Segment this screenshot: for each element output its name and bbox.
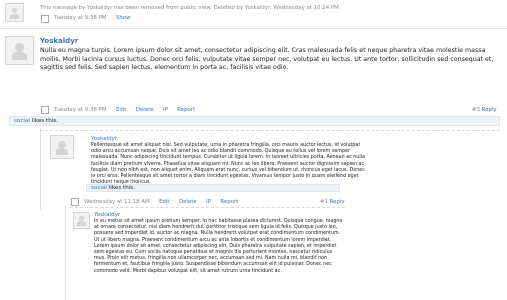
reply-thread [65,206,66,300]
reply-thread [40,128,41,210]
likes-text: likes this. [106,185,135,191]
avatar[interactable] [73,212,90,229]
likes-bar: social likes this. [86,184,340,192]
comment-body: Nulla eu magna turpis. Lorem ipsum dolor… [40,47,494,71]
likes-bar: social likes this. [9,116,500,126]
select-checkbox[interactable] [41,106,49,114]
timestamp: Wednesday at 11:18 AM [84,199,150,205]
delete-link[interactable]: Delete [179,199,197,205]
reply-link[interactable]: Reply [330,199,345,205]
avatar[interactable] [5,36,34,65]
removed-message-text: This message by Yoskaldyr has been remov… [40,5,341,11]
avatar[interactable] [5,3,24,22]
report-link[interactable]: Report [177,107,195,113]
comment-body: Pellentesque sit amet aliquet nisi. Sed … [91,143,365,186]
comment-body: In eu metus sit amet ipsum pretium sempe… [94,219,343,274]
timestamp: Tuesday at 9:36 PM [54,107,107,113]
like-user-link[interactable]: social [14,118,30,124]
comment-number[interactable]: #3 [472,107,480,113]
removed-message: This message by Yoskaldyr has been remov… [40,5,500,12]
report-link[interactable]: Report [220,199,238,205]
likes-text: likes this. [29,118,58,124]
avatar[interactable] [50,135,74,159]
comment-author[interactable]: Yoskaldyr [91,136,117,142]
select-checkbox[interactable] [41,15,49,23]
ip-link[interactable]: IP [206,199,211,205]
divider [40,130,500,131]
comment-author[interactable]: Yoskaldyr [40,37,78,45]
comment-number[interactable]: #1 [320,199,328,205]
comment-author[interactable]: Yoskaldyr [94,212,120,218]
divider [0,28,507,29]
edit-link[interactable]: Edit [116,107,126,113]
divider [70,207,345,208]
timestamp: Tuesday at 9:36 PM [54,15,107,21]
delete-link[interactable]: Delete [136,107,154,113]
show-link[interactable]: Show [116,15,131,21]
reply-link[interactable]: Reply [482,107,497,113]
like-user-link[interactable]: social [91,185,107,191]
edit-link[interactable]: Edit [159,199,169,205]
ip-link[interactable]: IP [163,107,168,113]
select-checkbox[interactable] [71,198,79,206]
